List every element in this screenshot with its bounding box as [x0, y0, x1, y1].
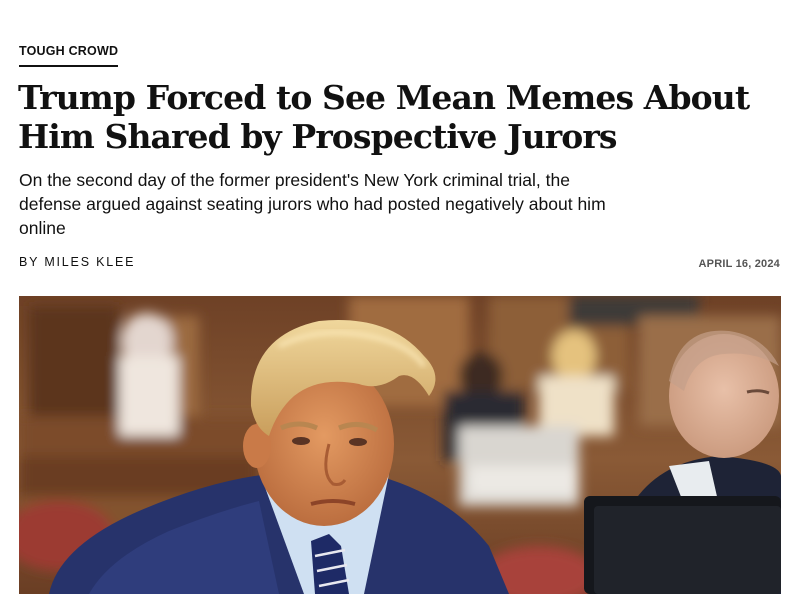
article-byline[interactable]: BY MILES KLEE: [19, 255, 135, 269]
section-kicker[interactable]: TOUGH CROWD: [19, 44, 119, 67]
article-dek: On the second day of the former presiden…: [19, 170, 606, 238]
hero-photo-illustration: [19, 296, 781, 594]
hero-image: [19, 296, 781, 594]
article-headline: Trump Forced to See Mean Memes About Him…: [18, 78, 750, 156]
article-date: APRIL 16, 2024: [698, 258, 780, 270]
